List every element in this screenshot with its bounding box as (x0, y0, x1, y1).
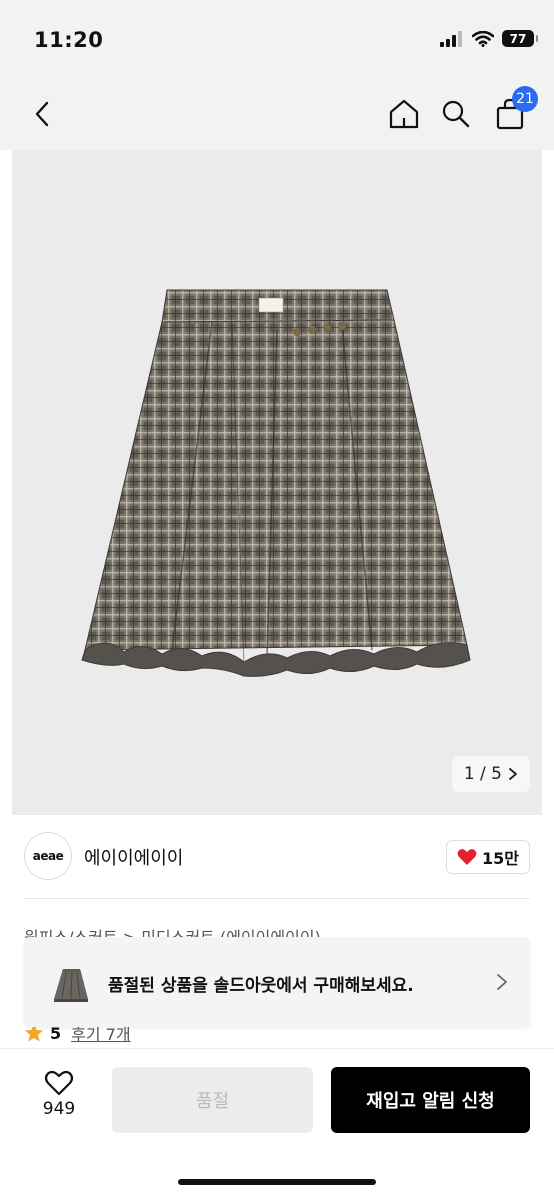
divider (24, 898, 530, 899)
chevron-right-icon (497, 974, 507, 990)
home-icon (389, 99, 419, 129)
status-bar: 11:20 77 (0, 0, 554, 80)
heart-filled-icon (457, 849, 477, 865)
skirt-illustration (81, 289, 471, 677)
brand-like-count: 15만 (482, 849, 519, 868)
search-button[interactable] (434, 92, 478, 136)
brand-name[interactable]: 에이이에이이 (84, 844, 183, 870)
status-time: 11:20 (34, 28, 104, 52)
image-counter[interactable]: 1 / 5 (451, 756, 530, 792)
heart-outline-icon (44, 1070, 74, 1096)
nav-bar: 21 (0, 80, 554, 150)
search-icon (442, 100, 470, 128)
brand-like-button[interactable]: 15만 (446, 840, 530, 874)
soldout-button[interactable]: 품절 (112, 1067, 313, 1133)
brand-logo[interactable]: aeae (24, 832, 72, 880)
home-indicator (178, 1179, 376, 1185)
home-button[interactable] (382, 92, 426, 136)
wish-button[interactable]: 949 (34, 1069, 84, 1119)
status-icons: 77 (440, 30, 538, 47)
brand-row[interactable]: aeae 에이이에이이 15만 (24, 830, 530, 884)
soldout-banner-message: 품절된 상품을 솔드아웃에서 구매해보세요. (108, 976, 414, 996)
cart-button[interactable]: 21 (488, 86, 538, 136)
back-button[interactable] (20, 92, 64, 136)
wish-count: 949 (42, 1099, 76, 1119)
chevron-right-icon (509, 768, 517, 780)
bottom-action-bar: 949 품절 재입고 알림 신청 (0, 1048, 554, 1200)
battery-icon: 77 (502, 30, 538, 47)
battery-level: 77 (509, 31, 527, 46)
brand-logo-text: aeae (32, 849, 64, 863)
product-image[interactable]: 1 / 5 (12, 150, 542, 815)
wifi-icon (472, 30, 494, 47)
soldout-banner[interactable]: 품절된 상품을 솔드아웃에서 구매해보세요. (24, 937, 530, 1027)
image-counter-text: 1 / 5 (463, 764, 502, 784)
cart-count-badge: 21 (512, 86, 538, 112)
restock-alert-button[interactable]: 재입고 알림 신청 (331, 1067, 530, 1133)
banner-product-thumbnail (42, 953, 100, 1011)
signal-icon (440, 30, 462, 47)
chevron-left-icon (35, 101, 49, 127)
